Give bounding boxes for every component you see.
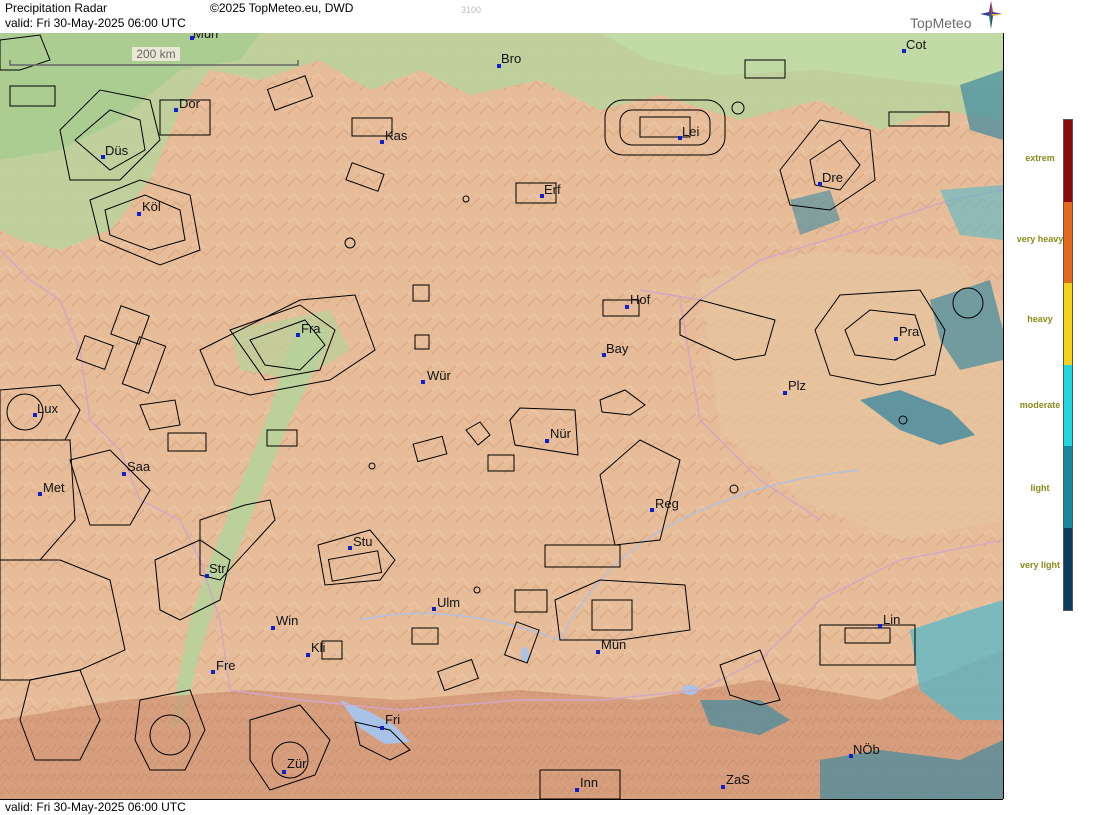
compass-star-icon bbox=[980, 1, 1002, 29]
legend-label-extrem: extrem bbox=[1025, 153, 1055, 163]
city-label: Met bbox=[43, 480, 65, 495]
city-label: Zür bbox=[287, 756, 307, 771]
city-label: Ulm bbox=[437, 595, 460, 610]
city-label: Wür bbox=[427, 368, 452, 383]
faint-number: 3100 bbox=[461, 5, 482, 15]
city-label: Lei bbox=[682, 124, 699, 139]
scale-label: 200 km bbox=[136, 47, 175, 61]
legend-swatch-heavy bbox=[1064, 283, 1072, 365]
radar-map[interactable]: 200 km Mün Bro Cot Dor Kas Lei Düs Erf D… bbox=[0, 33, 1004, 799]
city-mun-top[interactable]: Mün bbox=[190, 33, 218, 41]
city-label: Mün bbox=[601, 637, 626, 652]
city-dre[interactable]: Dre bbox=[818, 170, 843, 186]
legend-color-bar bbox=[1063, 119, 1073, 611]
legend-label-very-light: very light bbox=[1019, 560, 1060, 570]
city-label: Bro bbox=[501, 51, 521, 66]
legend-label-heavy: heavy bbox=[1027, 314, 1053, 324]
valid-label: valid: bbox=[5, 800, 34, 814]
city-label: ZaS bbox=[726, 772, 750, 787]
map-header: Precipitation Radar ©2025 TopMeteo.eu, D… bbox=[0, 0, 1003, 34]
city-reg[interactable]: Reg bbox=[650, 496, 679, 512]
city-label: Kli bbox=[311, 640, 326, 655]
topmeteo-logo-text[interactable]: TopMeteo bbox=[910, 15, 971, 31]
city-cot[interactable]: Cot bbox=[902, 37, 927, 53]
city-label: Str bbox=[209, 561, 226, 576]
valid-time-header: valid: Fri 30-May-2025 06:00 UTC bbox=[5, 16, 186, 30]
valid-time-value: Fri 30-May-2025 06:00 UTC bbox=[36, 800, 186, 814]
city-label: Win bbox=[276, 613, 298, 628]
city-label: Fre bbox=[216, 658, 236, 673]
city-label: Lin bbox=[883, 612, 900, 627]
city-label: Hof bbox=[630, 292, 651, 307]
city-kas[interactable]: Kas bbox=[380, 128, 408, 144]
city-zas[interactable]: ZaS bbox=[721, 772, 750, 789]
map-footer: valid: Fri 30-May-2025 06:00 UTC bbox=[0, 799, 1003, 815]
valid-label: valid: bbox=[5, 16, 34, 30]
city-met[interactable]: Met bbox=[38, 480, 65, 496]
city-label: Cot bbox=[906, 37, 927, 52]
city-lux[interactable]: Lux bbox=[33, 401, 58, 417]
city-label: Saa bbox=[127, 459, 151, 474]
city-str[interactable]: Str bbox=[205, 561, 226, 578]
city-label: NÖb bbox=[853, 742, 880, 757]
legend-label-light: light bbox=[1030, 483, 1050, 493]
city-label: Fri bbox=[385, 712, 400, 727]
map-canvas: 200 km Mün Bro Cot Dor Kas Lei Düs Erf D… bbox=[0, 33, 1003, 799]
legend-label-moderate: moderate bbox=[1019, 400, 1061, 410]
city-label: Düs bbox=[105, 143, 129, 158]
map-title: Precipitation Radar bbox=[5, 1, 108, 15]
city-label: Fra bbox=[301, 321, 321, 336]
city-label: Nür bbox=[550, 426, 572, 441]
city-label: Dre bbox=[822, 170, 843, 185]
city-nob[interactable]: NÖb bbox=[849, 742, 880, 758]
city-label: Stu bbox=[353, 534, 373, 549]
valid-time-footer: valid: Fri 30-May-2025 06:00 UTC bbox=[5, 800, 186, 814]
city-label: Plz bbox=[788, 378, 806, 393]
city-lei[interactable]: Lei bbox=[678, 124, 699, 140]
city-label: Kas bbox=[385, 128, 408, 143]
city-label: Pra bbox=[899, 324, 920, 339]
city-label: Dor bbox=[179, 96, 201, 111]
city-label: Köl bbox=[142, 199, 161, 214]
city-win[interactable]: Win bbox=[271, 613, 298, 630]
city-label: Erf bbox=[544, 182, 561, 197]
city-label: Mün bbox=[193, 33, 218, 41]
city-mun[interactable]: Mün bbox=[596, 637, 626, 654]
city-label: Reg bbox=[655, 496, 679, 511]
copyright-text: ©2025 TopMeteo.eu, DWD bbox=[210, 1, 354, 15]
valid-time-value: Fri 30-May-2025 06:00 UTC bbox=[36, 16, 186, 30]
legend-label-very-heavy: very heavy bbox=[1016, 234, 1064, 244]
city-bay[interactable]: Bay bbox=[602, 341, 629, 357]
city-label: Bay bbox=[606, 341, 629, 356]
city-erf[interactable]: Erf bbox=[540, 182, 561, 198]
city-label: Inn bbox=[580, 775, 598, 790]
city-label: Lux bbox=[37, 401, 58, 416]
city-bro[interactable]: Bro bbox=[497, 51, 521, 68]
city-ulm[interactable]: Ulm bbox=[432, 595, 460, 611]
city-saa[interactable]: Saa bbox=[122, 459, 151, 476]
city-dus[interactable]: Düs bbox=[101, 143, 129, 159]
